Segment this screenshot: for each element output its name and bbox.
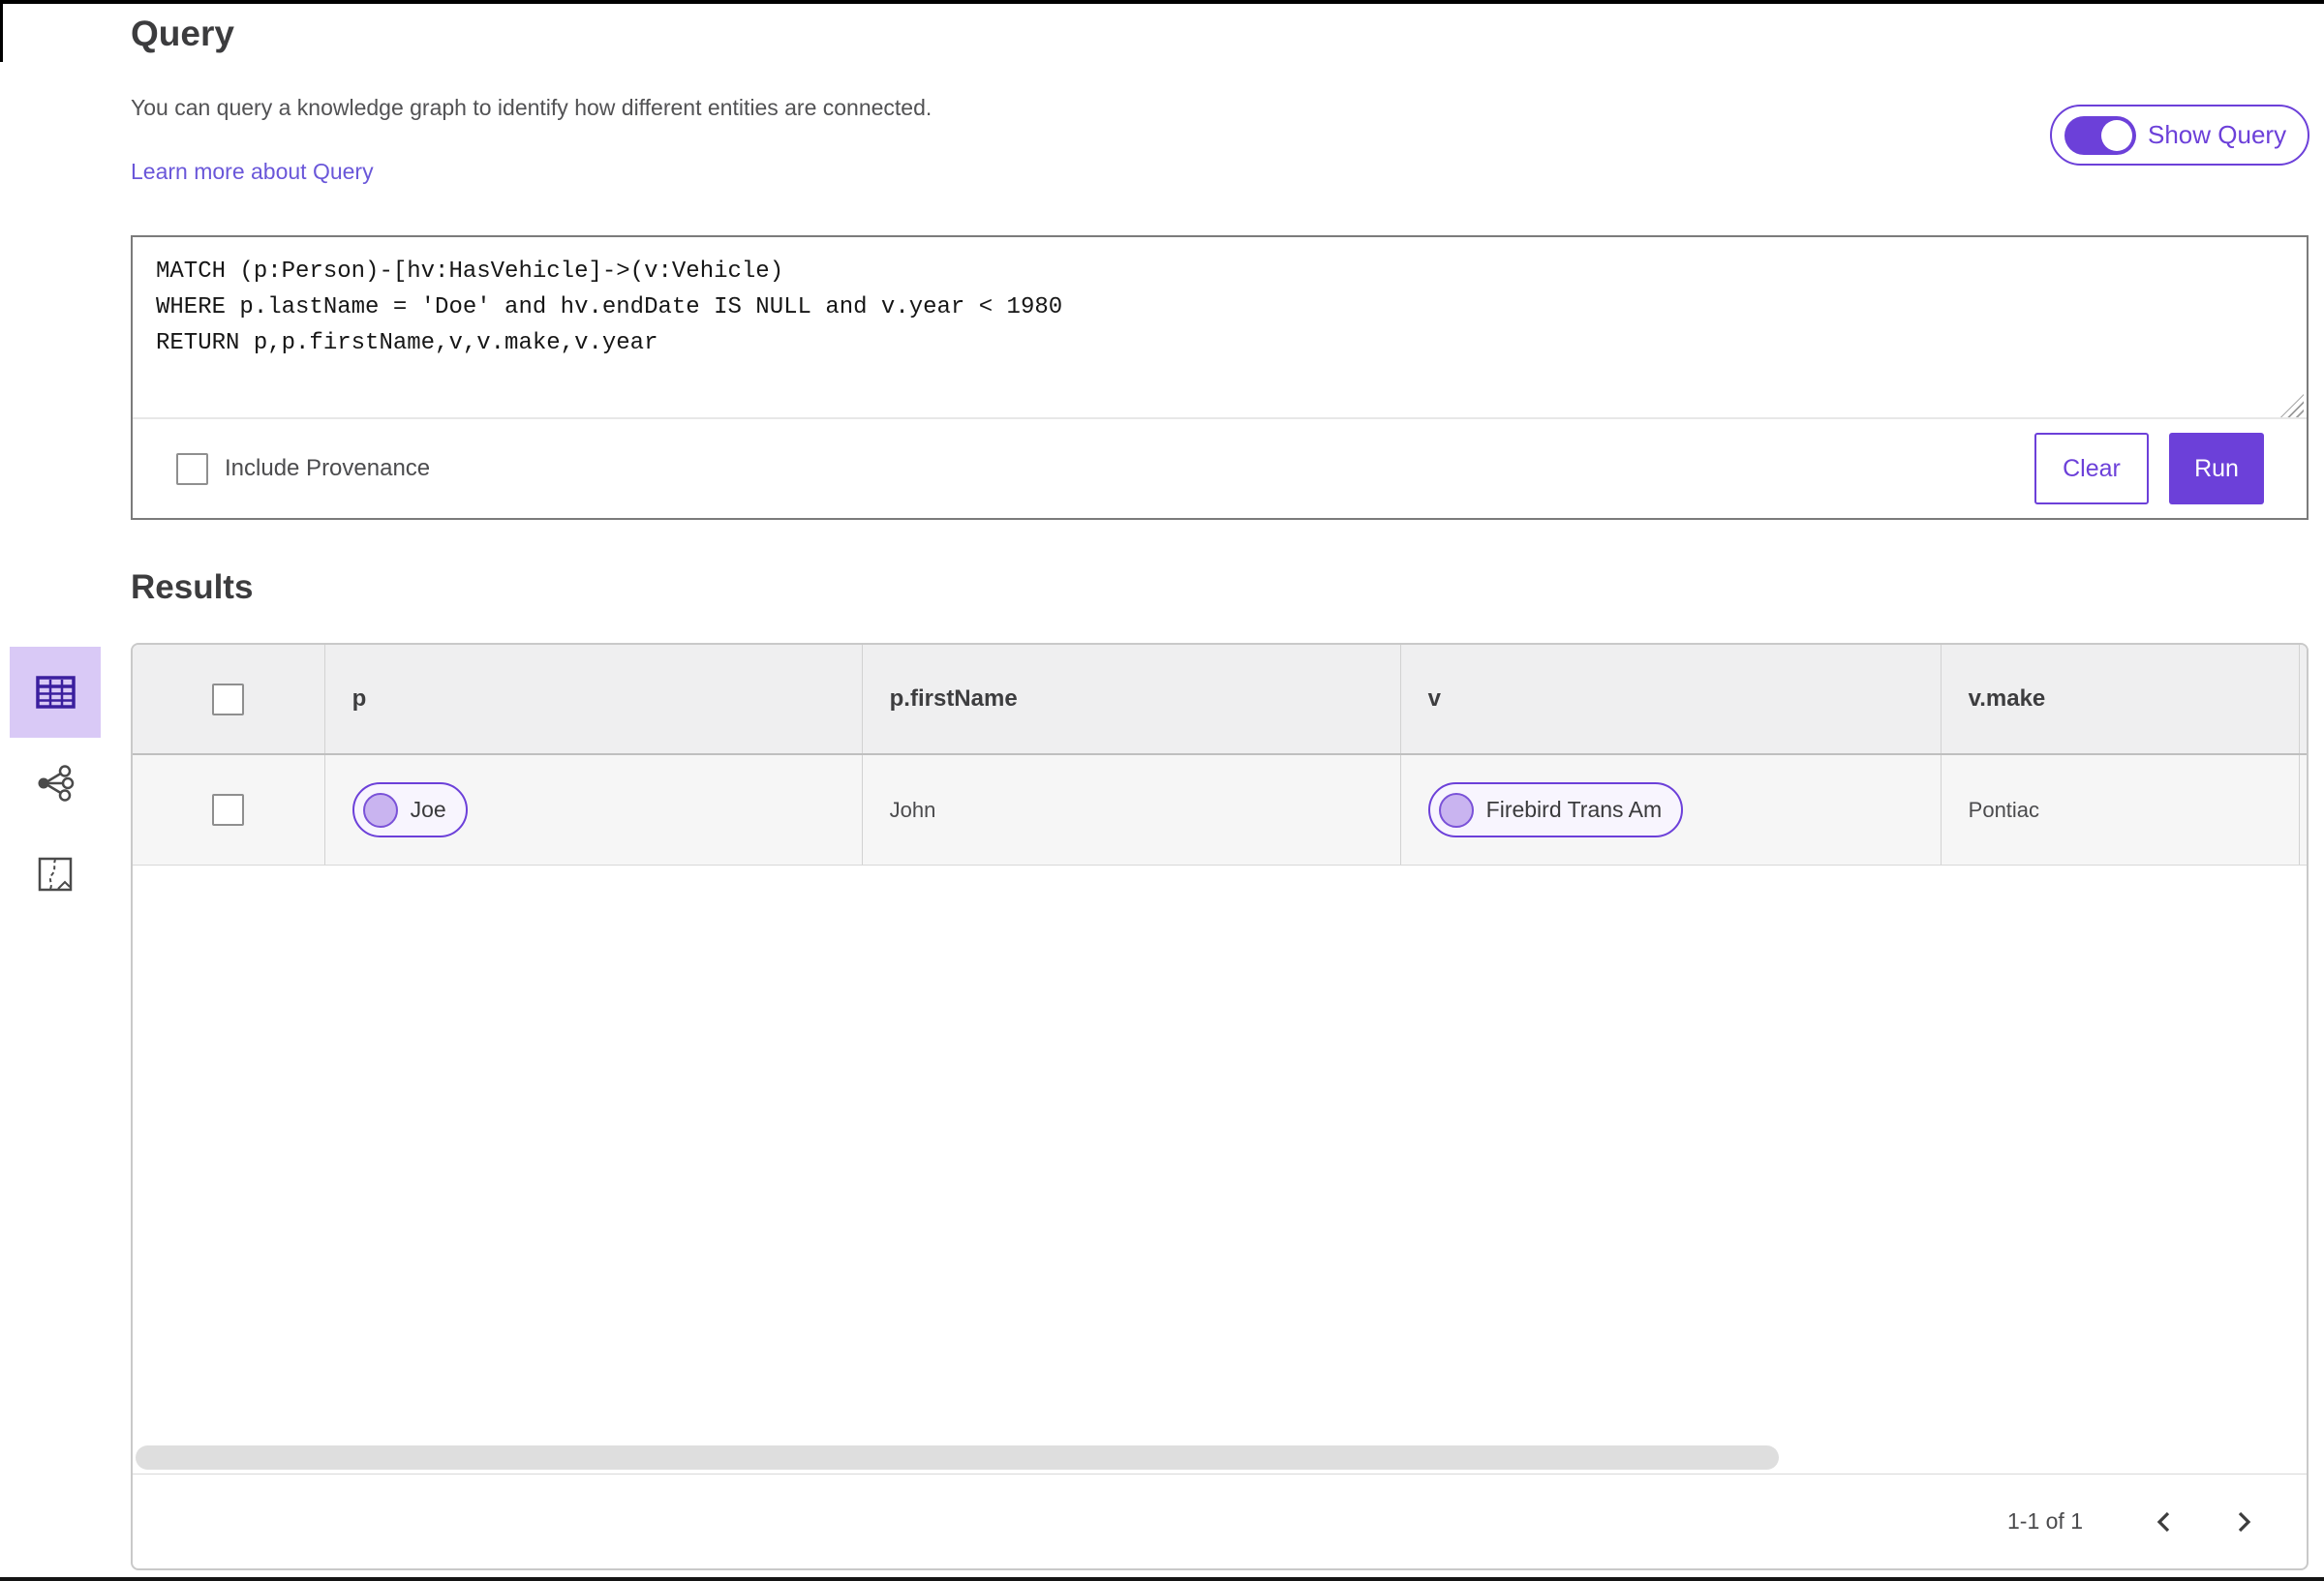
page-title: Query bbox=[131, 14, 234, 53]
column-header-p[interactable]: p bbox=[325, 645, 863, 753]
entity-chip-label: Firebird Trans Am bbox=[1485, 797, 1663, 822]
include-provenance-checkbox[interactable] bbox=[176, 452, 208, 485]
cell-value: John bbox=[889, 797, 936, 822]
cell-value: Pontiac bbox=[1968, 797, 2040, 822]
column-header-v[interactable]: v bbox=[1401, 645, 1942, 753]
pagination-bar: 1-1 of 1 bbox=[133, 1475, 2307, 1568]
entity-node-icon bbox=[1438, 792, 1474, 828]
query-page: Query You can query a knowledge graph to… bbox=[0, 0, 2324, 1581]
chevron-left-icon bbox=[2156, 1511, 2170, 1532]
previous-page-button[interactable] bbox=[2145, 1501, 2184, 1543]
entity-chip-vehicle[interactable]: Firebird Trans Am bbox=[1427, 782, 1684, 837]
cell-v: Firebird Trans Am bbox=[1401, 755, 1942, 865]
run-button[interactable]: Run bbox=[2169, 433, 2264, 504]
results-table-header: p p.firstName v v.make bbox=[133, 645, 2307, 755]
results-view-switcher bbox=[10, 647, 101, 920]
window-top-edge bbox=[0, 0, 2324, 4]
select-all-checkbox[interactable] bbox=[212, 683, 245, 715]
show-query-toggle[interactable]: Show Query bbox=[2050, 105, 2310, 166]
learn-more-link[interactable]: Learn more about Query bbox=[131, 159, 374, 185]
entity-chip-person[interactable]: Joe bbox=[352, 782, 468, 837]
include-provenance-label: Include Provenance bbox=[225, 455, 431, 481]
query-code-input[interactable]: MATCH (p:Person)-[hv:HasVehicle]->(v:Veh… bbox=[133, 237, 2307, 417]
query-editor-panel: MATCH (p:Person)-[hv:HasVehicle]->(v:Veh… bbox=[131, 235, 2309, 520]
window-left-edge bbox=[0, 0, 3, 62]
page-description: You can query a knowledge graph to ident… bbox=[131, 95, 933, 120]
include-provenance-option[interactable]: Include Provenance bbox=[176, 452, 431, 485]
column-header-p-firstname[interactable]: p.firstName bbox=[863, 645, 1401, 753]
tab-map-view[interactable] bbox=[10, 829, 101, 920]
show-query-toggle-label: Show Query bbox=[2148, 120, 2287, 149]
horizontal-scrollbar-thumb[interactable] bbox=[136, 1445, 1779, 1470]
header-filler-cell bbox=[2300, 645, 2307, 753]
results-table: p p.firstName v v.make Joe John Firebird… bbox=[131, 643, 2309, 1570]
table-row: Joe John Firebird Trans Am Pontiac bbox=[133, 755, 2307, 866]
cell-p-firstname: John bbox=[863, 755, 1401, 865]
entity-node-icon bbox=[362, 792, 398, 828]
column-header-label: p bbox=[352, 685, 367, 712]
window-bottom-edge bbox=[0, 1577, 2324, 1581]
clear-button[interactable]: Clear bbox=[2034, 433, 2149, 504]
column-header-v-make[interactable]: v.make bbox=[1942, 645, 2301, 753]
next-page-button[interactable] bbox=[2224, 1501, 2263, 1543]
row-filler-cell bbox=[2300, 755, 2307, 865]
chevron-right-icon bbox=[2238, 1511, 2251, 1532]
column-header-label: p.firstName bbox=[889, 685, 1018, 712]
results-heading: Results bbox=[131, 568, 254, 606]
column-header-label: v bbox=[1427, 685, 1442, 712]
entity-chip-label: Joe bbox=[410, 797, 446, 822]
toggle-switch-icon[interactable] bbox=[2064, 115, 2136, 155]
tab-table-view[interactable] bbox=[10, 647, 101, 738]
map-route-icon bbox=[38, 857, 73, 892]
row-checkbox-cell bbox=[133, 755, 325, 865]
tab-network-view[interactable] bbox=[10, 738, 101, 829]
pagination-range-label: 1-1 of 1 bbox=[2007, 1508, 2083, 1534]
column-header-label: v.make bbox=[1968, 685, 2046, 712]
toggle-knob bbox=[2101, 119, 2132, 151]
network-graph-icon bbox=[38, 765, 75, 802]
row-checkbox[interactable] bbox=[212, 794, 245, 826]
query-panel-footer: Include Provenance Clear Run bbox=[133, 417, 2307, 518]
cell-p: Joe bbox=[325, 755, 863, 865]
table-icon bbox=[35, 676, 76, 709]
cell-v-make: Pontiac bbox=[1942, 755, 2301, 865]
header-checkbox-cell bbox=[133, 645, 325, 753]
query-action-buttons: Clear Run bbox=[2034, 433, 2264, 504]
